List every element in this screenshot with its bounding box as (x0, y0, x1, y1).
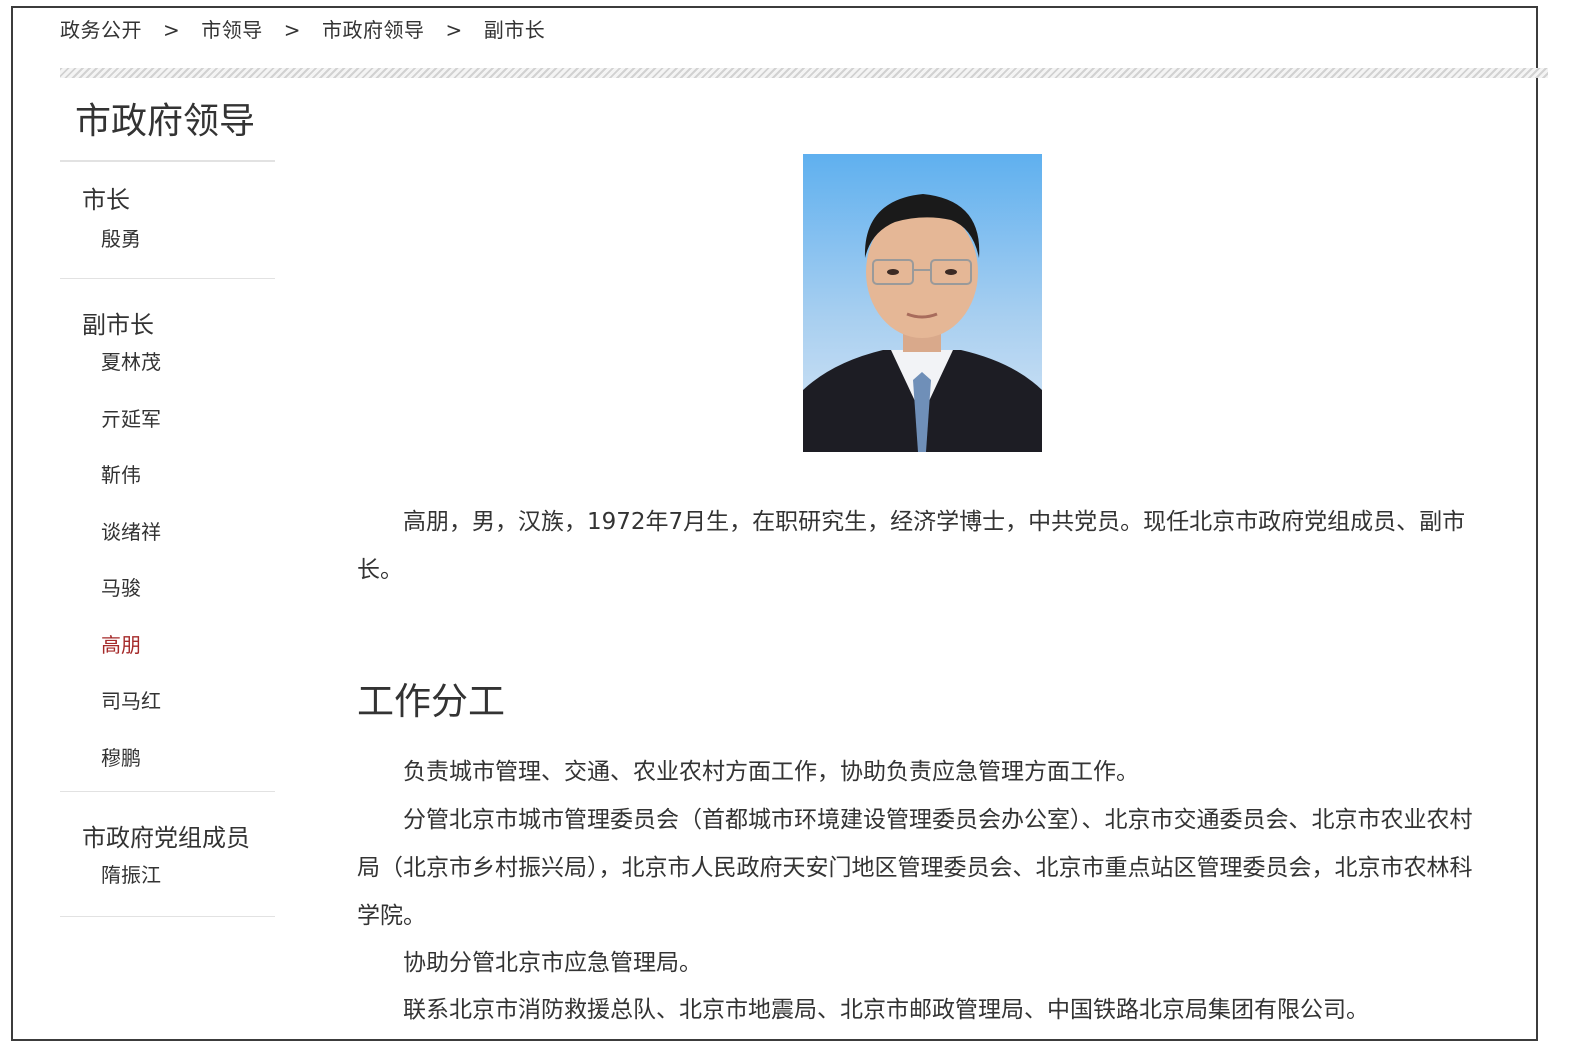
sidebar-title: 市政府领导 (60, 96, 275, 162)
sidebar-item-jin-wei[interactable]: 靳伟 (60, 458, 275, 515)
sidebar-item-sui-zhenjiang[interactable]: 隋振江 (60, 858, 275, 892)
sidebar-item-yin-yong[interactable]: 殷勇 (60, 222, 275, 256)
sidebar-group-mayor: 市长 殷勇 (60, 162, 275, 279)
sidebar-group-party-members: 市政府党组成员 隋振江 (60, 792, 275, 917)
sidebar-item-xia-linmao[interactable]: 夏林茂 (60, 345, 275, 402)
sidebar-item-sima-hong[interactable]: 司马红 (60, 684, 275, 741)
sidebar-group-vice-mayors: 副市长 夏林茂 亓延军 靳伟 谈绪祥 马骏 高朋 司马红 穆鹏 (60, 279, 275, 792)
sidebar-item-tan-xuxiang[interactable]: 谈绪祥 (60, 515, 275, 572)
sidebar-item-gao-peng-active[interactable]: 高朋 (60, 628, 275, 685)
section-title-duties: 工作分工 (357, 680, 505, 723)
sidebar-item-mu-peng[interactable]: 穆鹏 (60, 741, 275, 775)
duty-paragraph: 协助分管北京市应急管理局。 (403, 950, 702, 976)
biography: 高朋，男，汉族，1972年7月生，在职研究生，经济学博士，中共党员。现任北京市政… (357, 509, 1466, 583)
decorative-divider (60, 68, 1548, 78)
breadcrumb-separator: > (163, 18, 181, 42)
sidebar-group-title[interactable]: 副市长 (60, 307, 275, 343)
breadcrumb-item-government-leaders[interactable]: 市政府领导 (322, 14, 425, 43)
sidebar-item-ma-jun[interactable]: 马骏 (60, 571, 275, 628)
duty-paragraph: 分管北京市城市管理委员会（首都城市环境建设管理委员会办公室）、北京市交通委员会、… (357, 807, 1473, 929)
breadcrumb-item-city-leaders[interactable]: 市领导 (201, 14, 263, 43)
breadcrumb: 政务公开 > 市领导 > 市政府领导 > 副市长 (60, 14, 545, 43)
person-portrait-icon (803, 154, 1042, 452)
duty-paragraph: 负责城市管理、交通、农业农村方面工作，协助负责应急管理方面工作。 (403, 759, 1139, 785)
breadcrumb-item-vice-mayor[interactable]: 副市长 (484, 14, 546, 43)
sidebar: 市政府领导 市长 殷勇 副市长 夏林茂 亓延军 靳伟 谈绪祥 马骏 高朋 司马红… (60, 96, 275, 917)
breadcrumb-separator: > (283, 18, 302, 42)
sidebar-group-title[interactable]: 市政府党组成员 (60, 820, 275, 856)
breadcrumb-item-open-government[interactable]: 政务公开 (60, 14, 142, 43)
duty-paragraph: 联系北京市消防救援总队、北京市地震局、北京市邮政管理局、中国铁路北京局集团有限公… (403, 997, 1369, 1023)
sidebar-item-qi-yanjun[interactable]: 亓延军 (60, 402, 275, 459)
sidebar-group-title[interactable]: 市长 (60, 182, 275, 218)
breadcrumb-separator: > (445, 18, 463, 42)
